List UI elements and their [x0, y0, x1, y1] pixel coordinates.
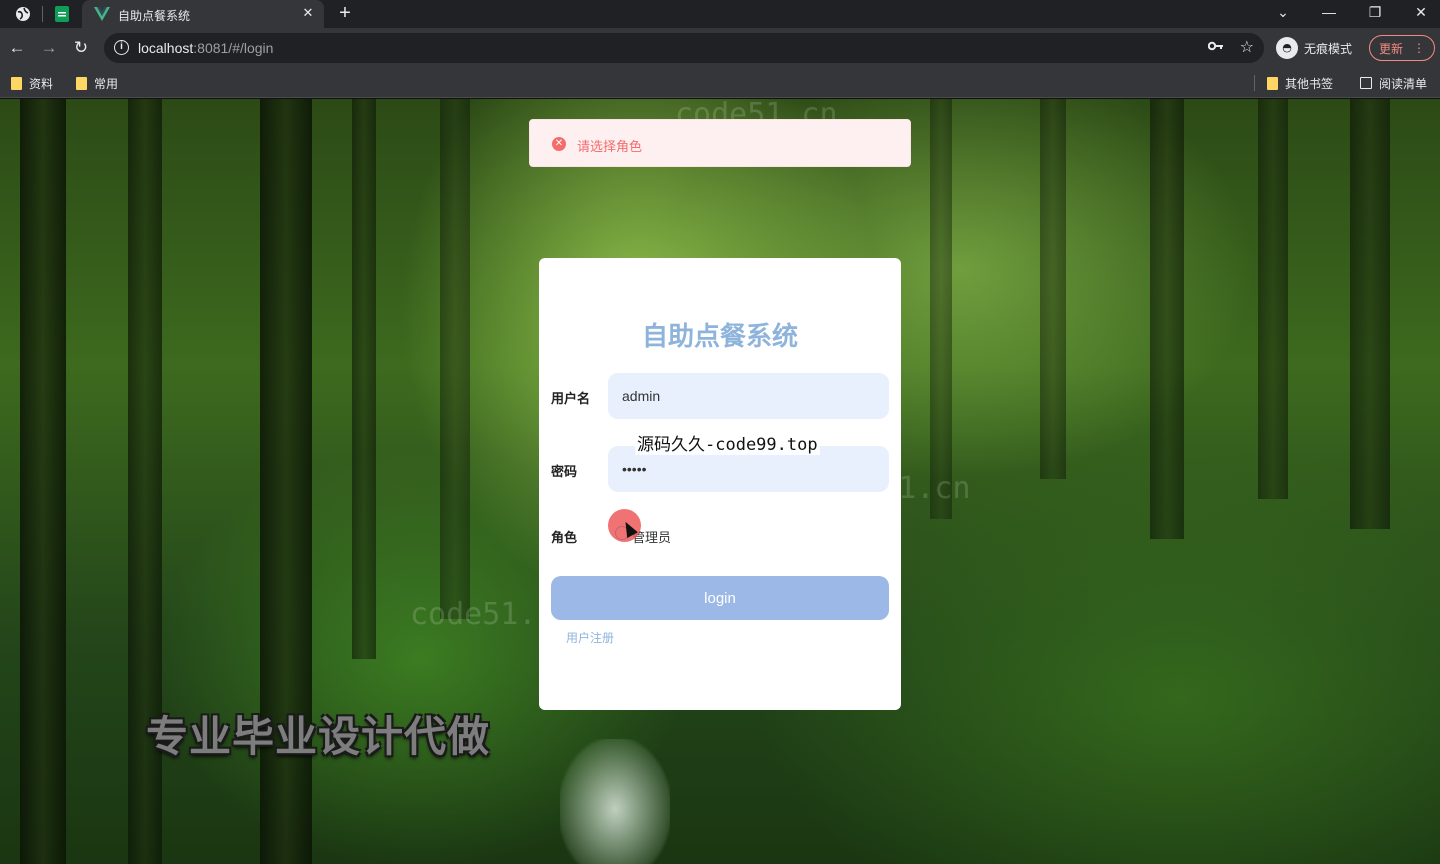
info-icon[interactable]: i	[114, 40, 129, 55]
login-button[interactable]: login	[551, 576, 889, 620]
folder-icon	[11, 76, 22, 90]
tab-active[interactable]: 自助点餐系统 ✕	[82, 0, 324, 28]
source-overlay-text: 源码久久-code99.top	[635, 430, 820, 455]
reading-list[interactable]: 阅读清单	[1360, 74, 1427, 92]
login-page-background: code51.cn code51.cn cn code51.cn code51.…	[0, 99, 1440, 864]
bookmark-folder-ziliao[interactable]: 资料	[11, 74, 53, 92]
tree-trunk	[352, 99, 376, 659]
error-toast: ✕ 请选择角色	[529, 119, 911, 167]
vue-icon	[94, 6, 110, 22]
bookmark-label: 阅读清单	[1379, 76, 1428, 91]
login-card: 自助点餐系统 用户名 密码 源码久久-code99.top 角色 管理员 log…	[539, 258, 901, 710]
new-tab-button[interactable]: +	[334, 2, 356, 25]
forward-arrow-icon[interactable]: →	[38, 37, 60, 59]
tab-divider	[42, 6, 43, 22]
url-text[interactable]: localhost:8081/#/login	[138, 40, 273, 56]
tab-title: 自助点餐系统	[118, 9, 191, 23]
globe-icon[interactable]	[12, 4, 34, 24]
bookmark-label: 常用	[94, 76, 119, 91]
register-link[interactable]: 用户注册	[566, 629, 614, 646]
bookmark-label: 资料	[29, 76, 54, 91]
tree-trunk	[440, 99, 470, 619]
kebab-menu-icon[interactable]: ⋮	[1413, 41, 1425, 55]
sheets-icon[interactable]	[51, 4, 73, 24]
chevron-down-icon[interactable]: ⌄	[1270, 2, 1296, 24]
tree-trunk	[1350, 99, 1390, 529]
address-bar[interactable]: i localhost:8081/#/login ☆	[104, 33, 1264, 63]
incognito-label: 无痕模式	[1304, 41, 1353, 56]
error-circle-icon: ✕	[552, 137, 566, 151]
tree-trunk	[1150, 99, 1184, 539]
tree-trunk	[1040, 99, 1066, 479]
minimize-icon[interactable]: —	[1316, 2, 1342, 24]
forest-stream	[560, 739, 670, 864]
window-close-icon[interactable]: ✕	[1408, 2, 1434, 24]
reload-icon[interactable]: ↻	[70, 37, 92, 59]
folder-icon	[76, 76, 87, 90]
tree-trunk	[930, 99, 952, 519]
folder-icon	[1267, 76, 1278, 90]
tree-trunk	[1258, 99, 1288, 499]
password-label: 密码	[551, 465, 578, 480]
back-arrow-icon[interactable]: ←	[6, 37, 28, 59]
username-label: 用户名	[551, 392, 591, 407]
browser-toolbar: ← → ↻ i localhost:8081/#/login ☆ ◓ 无痕模式 …	[0, 28, 1440, 68]
promo-overlay-text: 专业毕业设计代做	[146, 712, 491, 761]
bookmark-label: 其他书签	[1285, 76, 1334, 91]
tree-trunk	[20, 99, 66, 864]
restore-icon[interactable]: ❐	[1362, 2, 1388, 24]
bookmarks-bar: 资料 常用 其他书签 阅读清单	[0, 68, 1440, 98]
toast-message: 请选择角色	[577, 140, 643, 155]
tab-bar: 自助点餐系统 ✕ + ⌄ — ❐ ✕	[0, 0, 1440, 28]
url-host: localhost	[138, 40, 194, 56]
role-label: 角色	[551, 531, 578, 546]
url-path: :8081/#/login	[193, 40, 274, 56]
key-icon[interactable]	[1207, 39, 1224, 56]
update-button[interactable]: 更新 ⋮	[1369, 35, 1435, 61]
username-input[interactable]	[608, 373, 889, 419]
bookmark-star-icon[interactable]: ☆	[1240, 37, 1254, 57]
login-title: 自助点餐系统	[641, 322, 798, 352]
incognito-indicator[interactable]: ◓ 无痕模式	[1276, 37, 1352, 59]
bookmark-folder-changyong[interactable]: 常用	[76, 74, 118, 92]
bookmarks-divider	[1254, 75, 1255, 91]
incognito-icon: ◓	[1276, 37, 1298, 59]
other-bookmarks[interactable]: 其他书签	[1267, 74, 1333, 92]
reading-list-icon	[1360, 77, 1372, 89]
update-label: 更新	[1379, 41, 1404, 56]
close-icon[interactable]: ✕	[300, 5, 316, 21]
